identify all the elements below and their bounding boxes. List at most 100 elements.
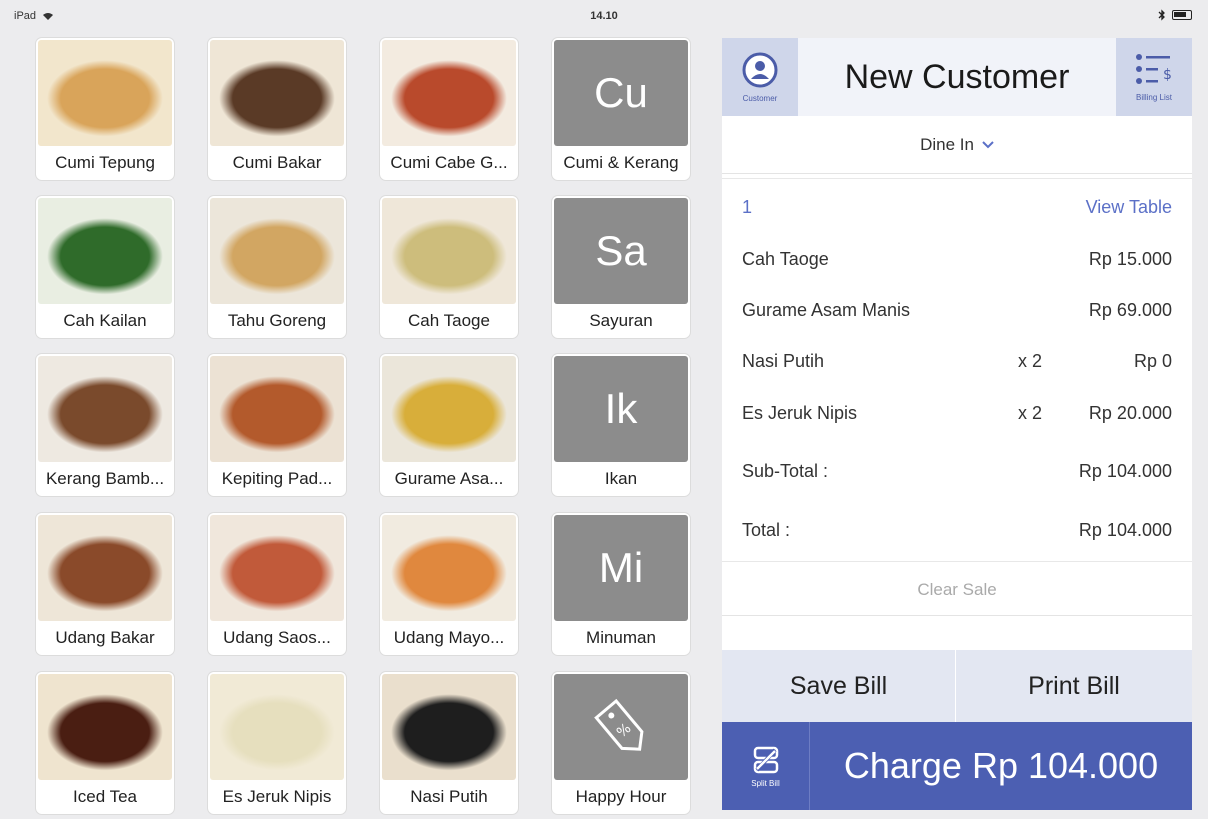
category-abbr: Cu: [554, 40, 688, 146]
menu-item-cumi-bakar[interactable]: Cumi Bakar: [208, 38, 346, 180]
menu-item-cumi-tepung[interactable]: Cumi Tepung: [36, 38, 174, 180]
dine-in-label: Dine In: [920, 134, 974, 154]
dine-in-selector[interactable]: Dine In: [722, 116, 1192, 174]
menu-item-label: Cumi Bakar: [232, 153, 322, 172]
white-rice-photo: [382, 674, 516, 780]
charge-button[interactable]: Charge Rp 104.000: [810, 722, 1192, 810]
menu-item-label: Kepiting Pad...: [221, 469, 333, 488]
kailan-vegetable-photo: [38, 198, 172, 304]
category-abbr: Mi: [554, 515, 688, 621]
crab-photo: [210, 356, 344, 462]
menu-item-label: Cah Taoge: [408, 311, 490, 330]
menu-item-udang-bakar[interactable]: Udang Bakar: [36, 513, 174, 655]
menu-item-label: Udang Bakar: [55, 628, 155, 647]
menu-item-udang-saos[interactable]: Udang Saos...: [208, 513, 346, 655]
bluetooth-icon: [1158, 9, 1165, 21]
billing-list-button[interactable]: $ Billing List: [1116, 38, 1192, 116]
menu-item-es-jeruk-nipis[interactable]: Es Jeruk Nipis: [208, 672, 346, 814]
menu-item-minuman[interactable]: Mi Minuman: [552, 513, 690, 655]
menu-item-label: Cumi Cabe G...: [390, 153, 508, 172]
clams-photo: [38, 356, 172, 462]
bean-sprouts-photo: [382, 198, 516, 304]
clear-sale-button[interactable]: Clear Sale: [722, 564, 1192, 616]
iced-tea-photo: [38, 674, 172, 780]
discount-tag-icon: %: [554, 674, 688, 780]
order-item-qty: x 2: [1018, 351, 1043, 371]
svg-text:%: %: [614, 720, 634, 741]
view-table-link[interactable]: View Table: [1086, 197, 1172, 218]
lime-juice-photo: [210, 674, 344, 780]
order-item-name: Es Jeruk Nipis: [742, 403, 858, 423]
menu-item-label: Es Jeruk Nipis: [222, 787, 332, 806]
menu-item-tahu-goreng[interactable]: Tahu Goreng: [208, 196, 346, 338]
order-item-name: Gurame Asam Manis: [742, 300, 911, 320]
order-list: 1 View Table Cah Taoge Rp 15.000 Gurame …: [722, 178, 1192, 562]
customer-bar: Customer New Customer $ Billing List: [722, 38, 1192, 116]
menu-item-label: Cah Kailan: [63, 311, 147, 330]
category-abbr: Ik: [554, 356, 688, 462]
subtotal-value: Rp 104.000: [1078, 461, 1172, 481]
menu-item-label: Iced Tea: [73, 787, 137, 806]
menu-item-label: Cumi Tepung: [55, 153, 155, 172]
customer-title: New Customer: [844, 58, 1070, 96]
fried-calamari-photo: [38, 40, 172, 146]
customer-button[interactable]: Customer: [722, 38, 798, 116]
menu-item-happy-hour[interactable]: % Happy Hour: [552, 672, 690, 814]
order-item-name: Cah Taoge: [742, 249, 829, 269]
split-bill-icon: [753, 746, 778, 773]
order-item-qty: x 2: [1018, 403, 1043, 423]
menu-item-label: Nasi Putih: [410, 787, 488, 806]
shrimp-mayo-photo: [382, 515, 516, 621]
billing-list-caption: Billing List: [1135, 92, 1172, 102]
chevron-down-icon: [982, 140, 994, 148]
menu-item-label: Sayuran: [589, 311, 653, 330]
order-item-price: Rp 0: [1133, 351, 1172, 371]
menu-item-label: Ikan: [604, 469, 638, 488]
bill-actions: Save Bill Print Bill: [722, 650, 1192, 722]
menu-item-kerang-bamb[interactable]: Kerang Bamb...: [36, 354, 174, 496]
menu-item-cah-kailan[interactable]: Cah Kailan: [36, 196, 174, 338]
customer-icon: [742, 52, 778, 87]
menu-item-sayuran[interactable]: Sa Sayuran: [552, 196, 690, 338]
total-label: Total :: [742, 520, 791, 540]
svg-text:$: $: [1163, 67, 1172, 83]
menu-item-kepiting-pad[interactable]: Kepiting Pad...: [208, 354, 346, 496]
menu-item-label: Kerang Bamb...: [45, 469, 165, 488]
charge-bar: Split Bill Charge Rp 104.000: [722, 722, 1192, 810]
menu-item-label: Minuman: [586, 628, 656, 647]
chili-squid-photo: [382, 40, 516, 146]
shrimp-sauce-photo: [210, 515, 344, 621]
total-value: Rp 104.000: [1078, 520, 1172, 540]
menu-item-ikan[interactable]: Ik Ikan: [552, 354, 690, 496]
menu-item-label: Tahu Goreng: [227, 311, 327, 330]
status-bar: iPad 14.10: [0, 0, 1208, 34]
menu-item-cumi-cabe-g[interactable]: Cumi Cabe G...: [380, 38, 518, 180]
gourami-fish-photo: [382, 356, 516, 462]
order-item-price: Rp 20.000: [1088, 403, 1172, 423]
print-bill-button[interactable]: Print Bill: [957, 650, 1191, 722]
menu-item-label: Happy Hour: [575, 787, 667, 806]
menu-item-iced-tea[interactable]: Iced Tea: [36, 672, 174, 814]
status-right: [1158, 9, 1192, 21]
order-item-price: Rp 69.000: [1088, 300, 1172, 320]
split-bill-button[interactable]: Split Bill: [722, 722, 810, 810]
menu-item-label: Cumi & Kerang: [563, 153, 679, 172]
menu-item-label: Udang Mayo...: [393, 628, 505, 647]
menu-item-label: Gurame Asa...: [394, 469, 504, 488]
menu-item-cah-taoge[interactable]: Cah Taoge: [380, 196, 518, 338]
menu-item-cumi-kerang[interactable]: Cu Cumi & Kerang: [552, 38, 690, 180]
menu-item-gurame-asa[interactable]: Gurame Asa...: [380, 354, 518, 496]
save-bill-button[interactable]: Save Bill: [722, 650, 956, 722]
order-item-price: Rp 15.000: [1088, 249, 1172, 269]
customer-caption: Customer: [742, 93, 778, 103]
status-time: 14.10: [590, 10, 618, 22]
menu-item-label: Udang Saos...: [223, 628, 331, 647]
table-number: 1: [742, 197, 753, 217]
subtotal-label: Sub-Total :: [742, 461, 829, 481]
menu-item-nasi-putih[interactable]: Nasi Putih: [380, 672, 518, 814]
category-abbr: Sa: [554, 198, 688, 304]
split-bill-caption: Split Bill: [751, 778, 780, 788]
battery-icon: [1172, 10, 1192, 20]
fried-tofu-photo: [210, 198, 344, 304]
menu-item-udang-mayo[interactable]: Udang Mayo...: [380, 513, 518, 655]
